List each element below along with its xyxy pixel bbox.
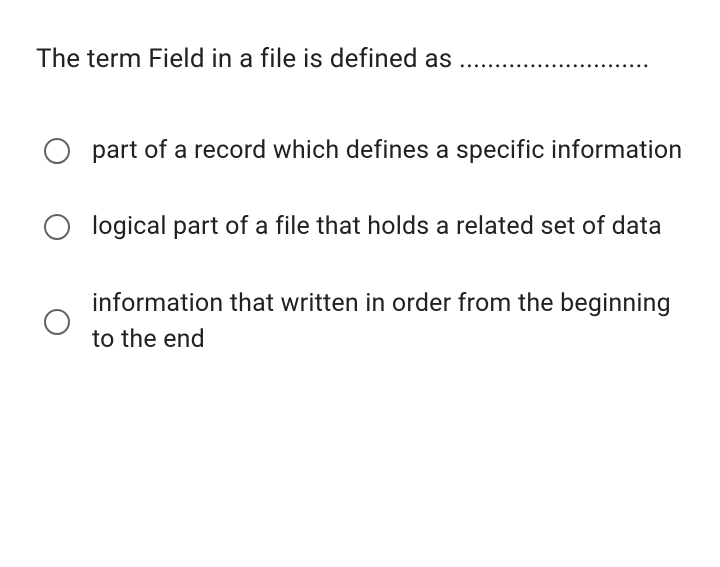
options-group: part of a record which defines a specifi… [36, 133, 684, 358]
option-1[interactable]: part of a record which defines a specifi… [44, 133, 684, 169]
option-label: logical part of a file that holds a rela… [92, 209, 662, 245]
option-3[interactable]: information that written in order from t… [44, 286, 684, 359]
option-label: information that written in order from t… [92, 286, 684, 359]
question-text: The term Field in a file is defined as .… [36, 40, 684, 79]
option-2[interactable]: logical part of a file that holds a rela… [44, 209, 684, 245]
option-label: part of a record which defines a specifi… [92, 133, 682, 169]
radio-icon [44, 214, 70, 240]
radio-icon [44, 138, 70, 164]
radio-icon [44, 309, 70, 335]
